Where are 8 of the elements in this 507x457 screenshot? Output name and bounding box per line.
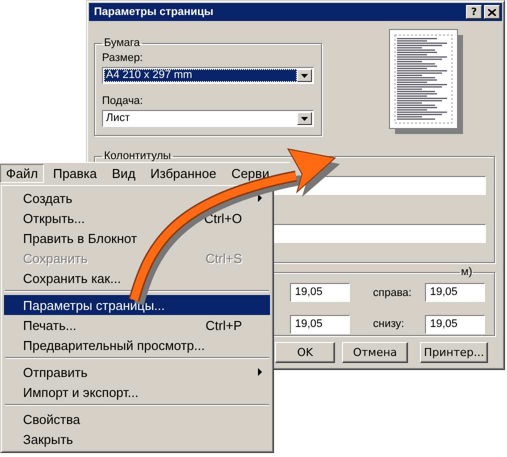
- group-label: м): [460, 266, 474, 278]
- window-title: Параметры страницы: [94, 6, 214, 18]
- field-label: Подача:: [102, 95, 144, 107]
- group-label: Колонтитулы: [103, 150, 172, 162]
- field-label: снизу:: [372, 318, 406, 330]
- field-label: справа:: [372, 286, 413, 299]
- field-label: Размер:: [102, 52, 144, 64]
- group-label: Бумага: [103, 37, 141, 49]
